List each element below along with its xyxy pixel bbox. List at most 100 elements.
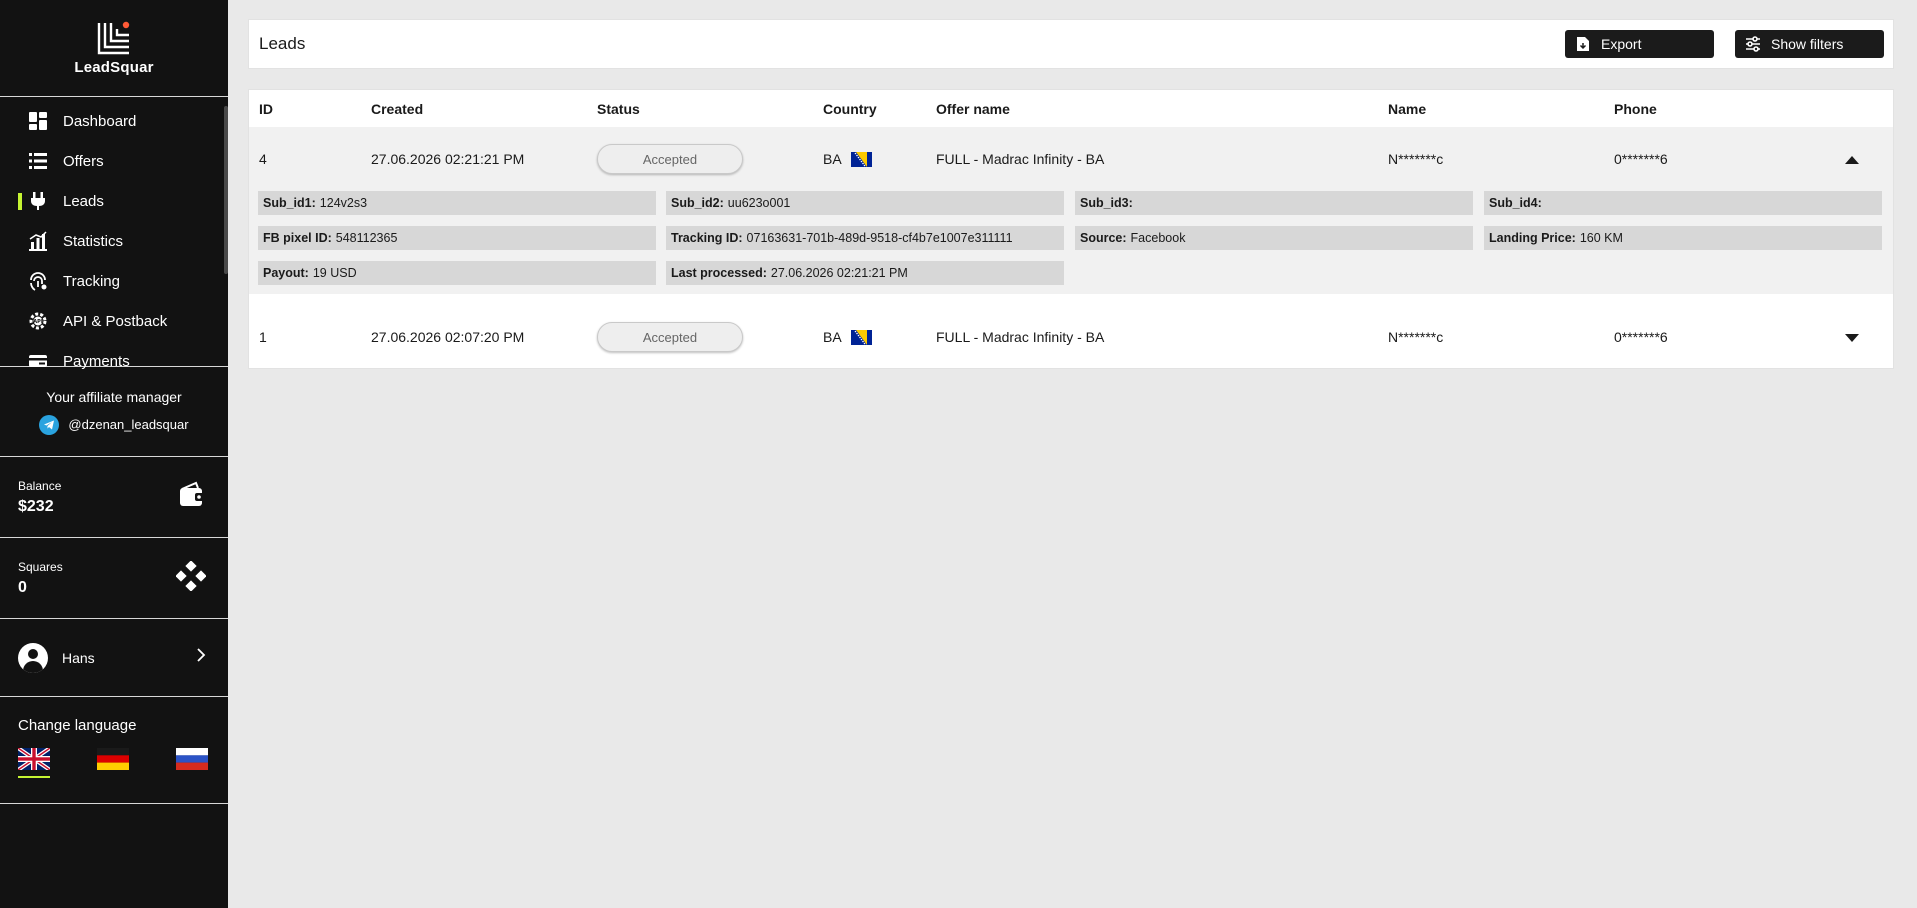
language-selector: Change language [0,697,228,804]
api-gear-icon: API [28,311,48,331]
detail-label: Sub_id1: [263,196,316,210]
lead-id: 1 [259,329,267,345]
detail-value: 27.06.2026 02:21:21 PM [770,266,908,280]
detail-label: Source: [1080,231,1127,245]
export-label: Export [1601,36,1642,52]
bosnia-flag-icon [850,329,872,345]
status-badge: Accepted [597,144,743,174]
detail-sub-id1: Sub_id1: 124v2s3 [258,191,656,215]
detail-value: Facebook [1130,231,1186,245]
collapse-row-icon[interactable] [1845,153,1859,165]
column-header-country: Country [823,101,877,117]
country-cell: BA [823,305,872,369]
affiliate-manager-title: Your affiliate manager [46,388,182,405]
country-code: BA [823,151,842,167]
column-header-offer-name: Offer name [936,101,1010,117]
telegram-icon [39,414,60,435]
show-filters-label: Show filters [1771,36,1844,52]
country-code: BA [823,329,842,345]
lead-phone: 0*******6 [1614,329,1668,345]
balance-value: $232 [18,497,54,515]
lead-name: N*******c [1388,329,1444,345]
detail-label: Last processed: [671,266,767,280]
detail-sub-id4: Sub_id4: [1484,191,1882,215]
status-cell: Accepted [597,127,743,191]
nav-item-offers[interactable]: Offers [0,141,228,181]
nav-label: Statistics [63,232,124,250]
expand-row-icon[interactable] [1845,331,1859,343]
show-filters-button[interactable]: Show filters [1735,30,1884,58]
detail-value: 07163631-701b-489d-9518-cf4b7e1007e31111… [746,231,1013,245]
svg-text:API: API [33,319,43,325]
country-cell: BA [823,127,872,191]
nav-label: API & Postback [63,312,168,330]
detail-label: Sub_id3: [1080,196,1133,210]
chevron-right-icon [196,648,206,667]
detail-sub-id2: Sub_id2: uu623o001 [666,191,1064,215]
sliders-icon [1745,36,1761,52]
detail-source: Source: Facebook [1075,226,1473,250]
column-header-created: Created [371,101,424,117]
export-button[interactable]: Export [1565,30,1714,58]
nav-label: Offers [63,152,104,170]
balance-box: Balance $232 [0,457,228,538]
detail-label: Sub_id2: [671,196,724,210]
nav-label: Dashboard [63,112,137,130]
sidebar: LeadSquar Dashboard Offers Leads Statist… [0,0,228,908]
plug-icon [28,191,48,211]
detail-value: 548112365 [335,231,398,245]
table-header: ID Created Status Country Offer name Nam… [249,90,1893,127]
lead-phone: 0*******6 [1614,151,1668,167]
column-header-id: ID [259,101,273,117]
nav-item-leads[interactable]: Leads [0,181,228,221]
nav-item-statistics[interactable]: Statistics [0,221,228,261]
detail-landing-price: Landing Price: 160 KM [1484,226,1882,250]
detail-label: Payout: [263,266,309,280]
lead-created: 27.06.2026 02:07:20 PM [371,329,525,345]
file-export-icon [1575,36,1591,52]
detail-value: 124v2s3 [319,196,368,210]
germany-flag-icon[interactable] [97,748,129,770]
balance-label: Balance [18,478,62,493]
column-header-status: Status [597,101,640,117]
nav-item-api-postback[interactable]: API API & Postback [0,301,228,341]
list-icon [28,151,48,171]
brand-logo[interactable]: LeadSquar [0,0,228,97]
detail-value: 160 KM [1579,231,1623,245]
bar-chart-icon [28,231,48,251]
column-header-phone: Phone [1614,101,1657,117]
page-header: Leads Export Show filters [248,19,1894,69]
detail-label: Tracking ID: [671,231,743,245]
table-row[interactable]: 1 27.06.2026 02:07:20 PM Accepted BA FUL… [249,305,1893,369]
user-profile-link[interactable]: Hans [0,619,228,697]
squares-diamond-icon [175,559,207,596]
language-title: Change language [18,717,137,734]
nav-item-tracking[interactable]: Tracking [0,261,228,301]
user-name: Hans [62,649,95,666]
russia-flag-icon[interactable] [176,748,208,770]
nav-item-payments[interactable]: Payments [0,341,228,381]
detail-last-processed: Last processed: 27.06.2026 02:21:21 PM [666,261,1064,285]
status-cell: Accepted [597,305,743,369]
detail-label: Sub_id4: [1489,196,1542,210]
lead-id: 4 [259,151,267,167]
dashboard-icon [28,111,48,131]
table-row[interactable]: 4 27.06.2026 02:21:21 PM Accepted BA FUL… [249,127,1893,191]
nav-item-dashboard[interactable]: Dashboard [0,101,228,141]
uk-flag-icon[interactable] [16,746,52,778]
detail-tracking-id: Tracking ID: 07163631-701b-489d-9518-cf4b… [666,226,1064,250]
brand-name: LeadSquar [74,58,154,76]
bosnia-flag-icon [850,151,872,167]
affiliate-manager-link[interactable]: @dzenan_leadsquar [39,414,189,435]
affiliate-manager-handle: @dzenan_leadsquar [68,417,189,432]
nav-label: Tracking [63,272,120,290]
detail-value: 19 USD [312,266,357,280]
squares-box: Squares 0 [0,538,228,619]
column-header-name: Name [1388,101,1427,117]
detail-sub-id3: Sub_id3: [1075,191,1473,215]
lead-offer-name: FULL - Madrac Infinity - BA [936,151,1105,167]
detail-fb-pixel-id: FB pixel ID: 548112365 [258,226,656,250]
page-title: Leads [259,34,306,53]
detail-value: uu623o001 [727,196,791,210]
detail-payout: Payout: 19 USD [258,261,656,285]
